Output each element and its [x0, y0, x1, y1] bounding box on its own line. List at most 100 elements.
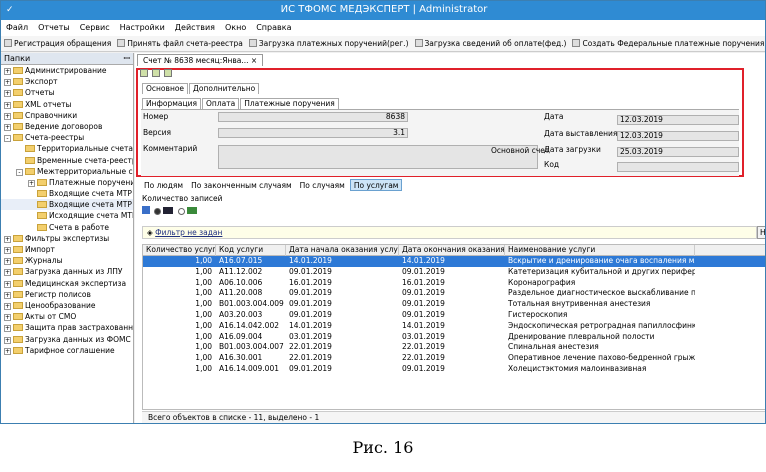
- expand-toggle-icon[interactable]: +: [4, 101, 11, 109]
- number-field[interactable]: 8638: [218, 112, 408, 122]
- menu-item[interactable]: Отчеты: [33, 20, 75, 36]
- tree-item[interactable]: Территориальные счета-р: [1, 143, 133, 154]
- tree-item[interactable]: + Загрузка данных из ЛПУ: [1, 266, 133, 277]
- menu-item[interactable]: Справка: [251, 20, 296, 36]
- column-header[interactable]: Код услуги: [216, 245, 286, 256]
- toolbar-button[interactable]: Создать Федеральные платежные поручения: [569, 36, 765, 51]
- tree-item[interactable]: Временные счета-реестры: [1, 155, 133, 166]
- expand-toggle-icon[interactable]: +: [4, 280, 11, 288]
- tree-item[interactable]: - Межтерриториальные сч: [1, 166, 133, 177]
- tree-item[interactable]: + Медицинская экспертиза: [1, 278, 133, 289]
- issue-date-field[interactable]: 12.03.2019: [617, 131, 739, 141]
- filter-bar[interactable]: ◈ Фильтр не задан: [142, 226, 757, 239]
- table-row[interactable]: 1,00 A16.30.001 22.01.2019 22.01.2019 Операт…: [143, 353, 765, 364]
- tree-item[interactable]: + Платежные поручения: [1, 177, 133, 188]
- expand-toggle-icon[interactable]: -: [4, 135, 11, 143]
- tree-item[interactable]: + XML отчеты: [1, 99, 133, 110]
- column-header[interactable]: Количество услуг: [143, 245, 216, 256]
- grouping-tab-2[interactable]: По случаям: [297, 180, 348, 192]
- expand-toggle-icon[interactable]: +: [4, 123, 11, 131]
- tree-item[interactable]: - Счета-реестры: [1, 132, 133, 143]
- table-row[interactable]: 1,00 A11.20.008 09.01.2019 09.01.2019 Раздел…: [143, 288, 765, 299]
- tree-item[interactable]: Счета в работе: [1, 222, 133, 233]
- expand-toggle-icon[interactable]: +: [4, 68, 11, 75]
- toolbar-button[interactable]: Загрузка сведений об оплате(фед.): [412, 36, 570, 51]
- tree-item[interactable]: + Акты от СМО: [1, 311, 133, 322]
- grouping-tab-0[interactable]: По людям: [141, 180, 186, 192]
- tree-item[interactable]: Входящие счета МТР с: [1, 199, 133, 211]
- tree-item[interactable]: + Отчеты: [1, 87, 133, 98]
- info-tab-2[interactable]: Платежные поручения: [240, 98, 339, 109]
- table-row[interactable]: 1,00 A16.14.009.001 09.01.2019 09.01.2019 Хо…: [143, 364, 765, 375]
- radio-option-1[interactable]: [154, 208, 162, 215]
- grouping-tab-3[interactable]: По услугам: [349, 179, 403, 191]
- expand-toggle-icon[interactable]: +: [4, 336, 11, 344]
- expand-toggle-icon[interactable]: +: [4, 291, 11, 299]
- menu-item[interactable]: Настройки: [115, 20, 170, 36]
- filter-apply-button[interactable]: На: [757, 226, 765, 239]
- menu-item[interactable]: Окно: [220, 20, 251, 36]
- tab-0[interactable]: Основное: [142, 83, 189, 94]
- grouping-tab-1[interactable]: По законченным случаям: [188, 180, 295, 192]
- tree-item[interactable]: + Загрузка данных из ФОМС: [1, 334, 133, 345]
- date-field[interactable]: 12.03.2019: [617, 115, 739, 125]
- comment-field[interactable]: [218, 145, 538, 169]
- tree-item[interactable]: + Экспорт: [1, 76, 133, 87]
- version-field[interactable]: 3.1: [218, 128, 408, 138]
- menu-item[interactable]: Файл: [1, 20, 33, 36]
- table-row[interactable]: 1,00 A16.07.015 14.01.2019 14.01.2019 Вскрыт…: [143, 256, 765, 267]
- tree-item[interactable]: Входящие счета МТР с: [1, 188, 133, 199]
- tree-item[interactable]: + Фильтры экспертизы: [1, 233, 133, 244]
- tree-item[interactable]: + Импорт: [1, 244, 133, 255]
- table-row[interactable]: 1,00 A16.14.042.002 14.01.2019 14.01.2019 Эн…: [143, 321, 765, 332]
- tab-1[interactable]: Дополнительно: [189, 83, 260, 94]
- tree-item[interactable]: + Журналы: [1, 255, 133, 266]
- tree-item[interactable]: + Защита прав застрахованных: [1, 322, 133, 333]
- toolbar-button[interactable]: Принять файл счета-реестра: [114, 36, 246, 51]
- info-tab-0[interactable]: Информация: [142, 98, 202, 109]
- document-tab[interactable]: Счет № 8638 месяц:Янва... ×: [137, 54, 264, 66]
- expand-icon[interactable]: [142, 206, 150, 214]
- expand-toggle-icon[interactable]: +: [4, 235, 11, 243]
- column-header[interactable]: Дата начала оказания услуги: [286, 245, 399, 256]
- expand-toggle-icon[interactable]: +: [4, 258, 11, 266]
- tree-item[interactable]: + Ценообразование: [1, 300, 133, 311]
- expand-toggle-icon[interactable]: +: [4, 269, 11, 277]
- menu-item[interactable]: Действия: [170, 20, 220, 36]
- toolbar-button[interactable]: Регистрация обращения: [1, 36, 114, 51]
- expand-toggle-icon[interactable]: -: [16, 168, 23, 176]
- toolbar-button[interactable]: Загрузка платежных поручений(рег.): [246, 36, 412, 51]
- radio-option-2[interactable]: [177, 208, 185, 215]
- save-icon[interactable]: [140, 69, 148, 77]
- table-row[interactable]: 1,00 A03.20.003 09.01.2019 09.01.2019 Гистер…: [143, 310, 765, 321]
- expand-toggle-icon[interactable]: +: [4, 347, 11, 355]
- column-header[interactable]: Наименование услуги: [505, 245, 695, 256]
- table-row[interactable]: 1,00 B01.003.004.007 22.01.2019 22.01.2019 С…: [143, 342, 765, 353]
- refresh-icon[interactable]: [152, 69, 160, 77]
- column-header[interactable]: Дата окончания оказания у...: [399, 245, 505, 256]
- expand-toggle-icon[interactable]: +: [4, 247, 11, 254]
- tree-item[interactable]: + Администрирование: [1, 65, 133, 76]
- tree-item[interactable]: + Справочники: [1, 110, 133, 121]
- table-row[interactable]: 1,00 A11.12.002 09.01.2019 09.01.2019 Катете…: [143, 267, 765, 278]
- tree-item[interactable]: + Регистр полисов: [1, 289, 133, 300]
- print-icon[interactable]: [164, 69, 172, 77]
- tree-item[interactable]: Исходящие счета МТР: [1, 210, 133, 221]
- expand-toggle-icon[interactable]: +: [4, 325, 11, 333]
- tree-item[interactable]: + Тарифное соглашение: [1, 345, 133, 356]
- expand-toggle-icon[interactable]: +: [4, 314, 11, 322]
- expand-toggle-icon[interactable]: +: [4, 112, 11, 120]
- load-date-field[interactable]: 25.03.2019: [617, 147, 739, 157]
- expand-toggle-icon[interactable]: +: [4, 79, 11, 87]
- code-field[interactable]: [617, 162, 739, 172]
- menu-item[interactable]: Сервис: [75, 20, 115, 36]
- info-tab-1[interactable]: Оплата: [202, 98, 240, 109]
- expand-toggle-icon[interactable]: +: [4, 302, 11, 310]
- table-row[interactable]: 1,00 A06.10.006 16.01.2019 16.01.2019 Корона…: [143, 278, 765, 289]
- tree-item[interactable]: + Ведение договоров: [1, 121, 133, 132]
- expand-toggle-icon[interactable]: +: [4, 90, 11, 98]
- expand-toggle-icon[interactable]: +: [28, 179, 35, 187]
- table-row[interactable]: 1,00 B01.003.004.009 09.01.2019 09.01.2019 Т…: [143, 299, 765, 310]
- table-row[interactable]: 1,00 A16.09.004 03.01.2019 03.01.2019 Дренир…: [143, 332, 765, 343]
- filter-text[interactable]: Фильтр не задан: [155, 228, 222, 237]
